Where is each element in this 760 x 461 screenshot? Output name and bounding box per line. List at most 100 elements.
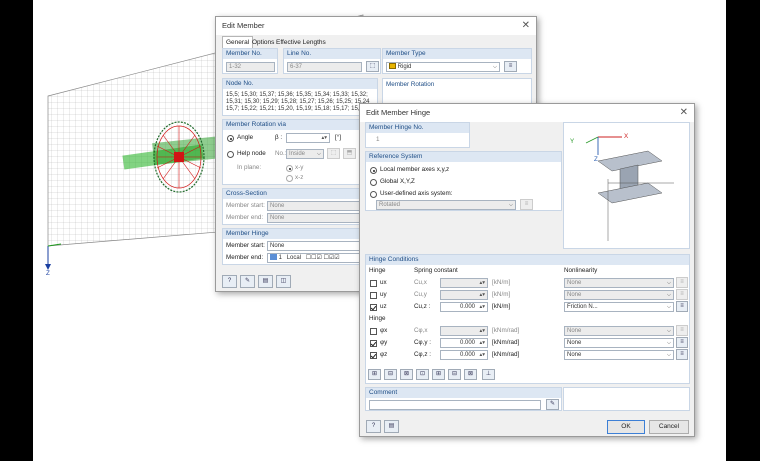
spring-const-input[interactable]: 0.000 ▴▾ [440,350,488,360]
nonlinearity-edit-button[interactable]: ≡ [676,277,688,288]
spring-const-input[interactable]: 0.000 ▴▾ [440,302,488,312]
chevron-down-icon: ⌵ [666,352,671,358]
nonlinearity-edit-button[interactable]: ≡ [676,337,688,348]
nonlinearity-select[interactable]: None ⌵ [564,326,674,336]
hinge-dof-checkbox[interactable] [370,304,377,311]
plane-xy-radio[interactable] [286,165,293,172]
cs-end-field[interactable]: None [267,213,373,223]
hinge-dof-checkbox[interactable] [370,292,377,299]
pick-node-button[interactable]: ⬚ [327,148,340,159]
toolbar-icon-1[interactable]: ⊞ [368,369,381,380]
hinge-start-field[interactable]: None [267,241,373,251]
help-icon[interactable]: ? [222,275,237,288]
beta-unit: [°] [335,134,342,141]
dof-label: uz [380,303,387,310]
graphic-z-label: Z [594,156,598,163]
spring-unit: [kNm/rad] [492,327,520,334]
beta-input[interactable]: ▴▾ [286,133,330,143]
nonlinearity-select[interactable]: None ⌵ [564,350,674,360]
dof-label: φz [380,351,388,358]
table-icon[interactable]: ▤ [258,275,273,288]
hinge-dof-checkbox[interactable] [370,280,377,287]
ref-user-select[interactable]: Rotated ⌵ [376,200,516,210]
line-no-field[interactable]: 6-37 [287,62,362,72]
member-type-section: Member Type Rigid ⌵ ≡ [382,48,532,74]
nonlin-value: None [567,352,582,358]
spinner-icon[interactable]: ▴▾ [479,303,485,311]
dof-label: ux [380,279,387,286]
new-node-button[interactable]: ⬒ [343,148,356,159]
cs-end-label: Member end: [226,214,264,221]
edit-icon[interactable]: ✎ [240,275,255,288]
nonlinearity-edit-button[interactable]: ≡ [676,301,688,312]
nonlinearity-select[interactable]: None ⌵ [564,338,674,348]
reference-section: Reference System Local member axes x,y,z… [365,151,562,211]
comment-edit-button[interactable]: ✎ [546,399,559,410]
help-icon[interactable]: ? [366,420,381,433]
hinge-beam-graphic [585,136,674,241]
ref-global-radio[interactable] [370,179,377,186]
toolbar-icon-3[interactable]: ⊠ [400,369,413,380]
ref-local-radio[interactable] [370,167,377,174]
nonlinearity-edit-button[interactable]: ≡ [676,349,688,360]
member-type-select[interactable]: Rigid ⌵ [386,62,500,72]
member-no-section: Member No. 1-32 [222,48,278,74]
reference-header: Reference System [366,152,561,162]
toolbar-icon-4[interactable]: ⊡ [416,369,429,380]
cs-start-field[interactable]: None [267,201,373,211]
hinge-dof-checkbox[interactable] [370,352,377,359]
nonlinearity-select[interactable]: None ⌵ [564,290,674,300]
spinner-icon[interactable]: ▴▾ [321,134,327,142]
hinge-no-header: Member Hinge No. [366,123,469,133]
nonlinearity-edit-button[interactable]: ≡ [676,325,688,336]
spinner-icon[interactable]: ▴▾ [479,279,485,287]
ok-button[interactable]: OK [607,420,645,434]
toolbar-icon-8[interactable]: ⊥ [482,369,495,380]
nonlinearity-edit-button[interactable]: ≡ [676,289,688,300]
spring-const-input[interactable]: ▴▾ [440,278,488,288]
comment-input[interactable] [369,400,541,410]
spinner-icon[interactable]: ▴▾ [479,339,485,347]
hinge-start-label: Member start: [226,242,265,249]
spring-const-input[interactable]: 0.000 ▴▾ [440,338,488,348]
hinge-dof-checkbox[interactable] [370,328,377,335]
node-no-section: Node No. 15,5; 15,30; 15,37; 15,36; 15,3… [222,78,378,116]
angle-radio[interactable] [227,135,234,142]
help-node-radio[interactable] [227,151,234,158]
spring-const-input[interactable]: ▴▾ [440,326,488,336]
member-no-field[interactable]: 1-32 [226,62,275,72]
toolbar-icon-5[interactable]: ⊞ [432,369,445,380]
cs-start-label: Member start: [226,202,265,209]
close-icon[interactable]: ✕ [680,104,688,122]
select-line-button[interactable]: ⬚ [366,61,379,72]
table-icon[interactable]: ▤ [384,420,399,433]
spinner-icon[interactable]: ▴▾ [479,327,485,335]
nonlinearity-select[interactable]: None ⌵ [564,278,674,288]
inside-select[interactable]: Inside ⌵ [286,149,324,159]
toolbar-icon-6[interactable]: ⊟ [448,369,461,380]
spring-const-input[interactable]: ▴▾ [440,290,488,300]
hinge-conditions-section: Hinge Conditions Hinge Spring constant N… [365,254,690,384]
edit-member-titlebar[interactable]: Edit Member ✕ [216,17,536,35]
ref-user-edit-button[interactable]: ≡ [520,199,533,210]
toolbar-icon-7[interactable]: ⊠ [464,369,477,380]
spring-const-label: Cφ,x [414,327,428,334]
member-hinge-header: Member Hinge [223,229,377,239]
ref-user-radio[interactable] [370,191,377,198]
hinge-titlebar[interactable]: Edit Member Hinge ✕ [360,104,694,122]
close-icon[interactable]: ✕ [522,17,530,35]
spring-const-label: Cφ,z : [414,351,432,358]
inside-value: Inside [289,151,306,157]
member-type-edit-button[interactable]: ≡ [504,61,517,72]
hinge-dof-checkbox[interactable] [370,340,377,347]
spinner-icon[interactable]: ▴▾ [479,291,485,299]
toolbar-icon-2[interactable]: ⊟ [384,369,397,380]
spinner-icon[interactable]: ▴▾ [479,351,485,359]
plane-xz-label: x-z [295,174,304,181]
graphic-icon[interactable]: ◫ [276,275,291,288]
hinge-end-field[interactable]: 1 Local ☐☐☑ ☐☑☑ [267,253,373,263]
cancel-button[interactable]: Cancel [649,420,689,434]
nonlinearity-select[interactable]: Friction N... ⌵ [564,302,674,312]
in-plane-label: In plane: [237,164,262,171]
plane-xz-radio[interactable] [286,175,293,182]
